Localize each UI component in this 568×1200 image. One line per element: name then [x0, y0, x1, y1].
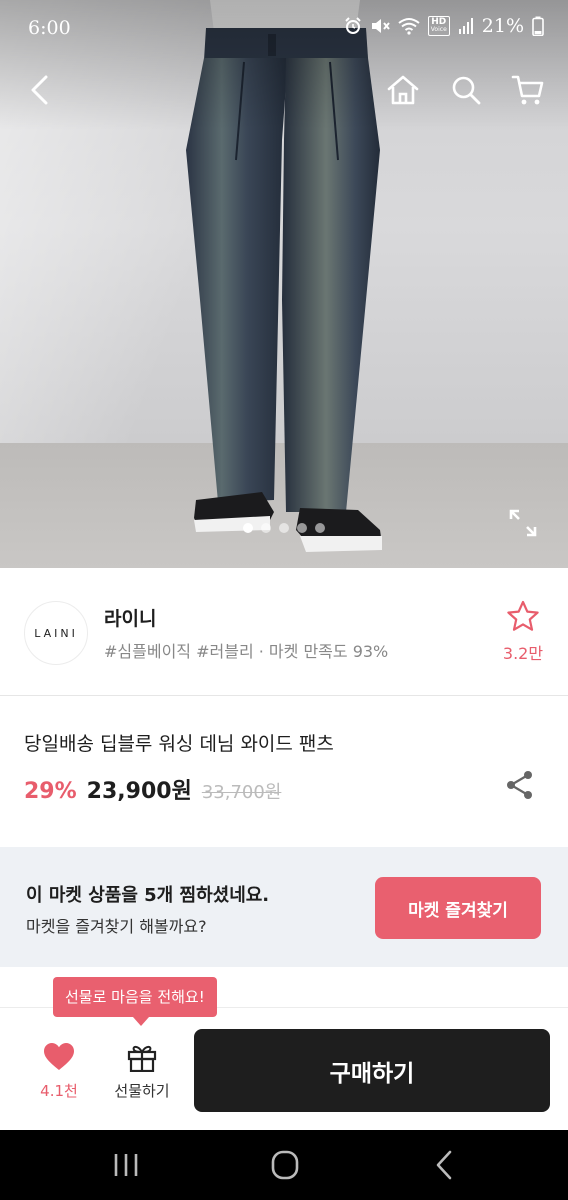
home-icon	[387, 75, 419, 105]
star-icon	[507, 600, 539, 631]
mute-icon	[371, 19, 390, 33]
back-button[interactable]	[18, 68, 62, 112]
hd-label: HD	[431, 17, 447, 27]
original-price: 33,700원	[201, 782, 282, 803]
product-info: 당일배송 딥블루 워싱 데님 와이드 팬츠 29% 23,900원 33,700…	[0, 697, 568, 847]
buy-button[interactable]: 구매하기	[194, 1029, 550, 1112]
gift-icon	[127, 1045, 157, 1073]
expand-icon	[509, 509, 537, 537]
sale-price: 23,900원	[86, 779, 192, 804]
store-favorite-count: 3.2만	[502, 644, 544, 663]
store-name[interactable]: 라이니	[104, 604, 156, 631]
store-logo[interactable]: LAINI	[24, 601, 88, 665]
system-nav-bar	[0, 1130, 568, 1200]
back-icon	[31, 75, 48, 105]
banner-subtext: 마켓을 즐겨찾기 해볼까요?	[26, 917, 207, 936]
product-title: 당일배송 딥블루 워싱 데님 와이드 팬츠	[24, 733, 334, 755]
battery-icon	[532, 16, 544, 36]
search-icon	[452, 76, 481, 105]
store-favorite-button[interactable]: 3.2만	[496, 600, 550, 664]
favorite-market-button[interactable]: 마켓 즐겨찾기	[375, 877, 541, 939]
carousel-dot[interactable]	[279, 523, 289, 533]
carousel-indicator	[243, 523, 325, 533]
price-row: 29% 23,900원 33,700원	[24, 773, 281, 805]
recent-apps-button[interactable]	[106, 1148, 146, 1182]
like-count: 4.1천	[40, 1082, 78, 1100]
status-icons: HD Voice 21%	[344, 15, 544, 37]
cart-icon	[511, 75, 544, 105]
back-nav-button[interactable]	[424, 1148, 464, 1182]
gift-tooltip-text: 선물로 마음을 전해요!	[65, 988, 205, 1006]
status-bar: 6:00 HD Voice 21%	[0, 0, 568, 56]
recent-apps-icon	[114, 1154, 138, 1176]
store-info[interactable]: LAINI 라이니 #심플베이직 #러블리 · 마켓 만족도 93% 3.2만	[0, 568, 568, 696]
carousel-dot[interactable]	[261, 523, 271, 533]
gift-label: 선물하기	[114, 1082, 170, 1100]
search-button[interactable]	[444, 68, 488, 112]
bottom-action-bar: 4.1천 선물하기 구매하기	[0, 1007, 568, 1130]
status-time: 6:00	[28, 17, 71, 39]
heart-icon	[44, 1043, 74, 1070]
banner-headline: 이 마켓 상품을 5개 찜하셨네요.	[26, 885, 270, 906]
expand-image-button[interactable]	[506, 506, 540, 540]
like-button[interactable]: 4.1천	[28, 1042, 90, 1101]
home-nav-button[interactable]	[265, 1148, 305, 1182]
battery-percent: 21%	[481, 15, 524, 37]
gift-tooltip: 선물로 마음을 전해요!	[53, 977, 217, 1026]
alarm-icon	[345, 17, 361, 34]
signal-icon	[458, 18, 473, 34]
carousel-dot[interactable]	[315, 523, 325, 533]
home-nav-icon	[271, 1150, 299, 1180]
hd-voice-icon: HD Voice	[427, 16, 450, 36]
share-button[interactable]	[504, 769, 536, 801]
discount-rate: 29%	[24, 779, 77, 804]
back-nav-icon	[436, 1150, 452, 1180]
favorite-market-banner: 이 마켓 상품을 5개 찜하셨네요. 마켓을 즐겨찾기 해볼까요? 마켓 즐겨찾…	[0, 847, 568, 967]
cart-button[interactable]	[506, 68, 550, 112]
store-tags: #심플베이직 #러블리 · 마켓 만족도 93%	[104, 642, 389, 661]
carousel-dot[interactable]	[243, 523, 253, 533]
gift-button[interactable]: 선물하기	[104, 1042, 180, 1101]
carousel-dot[interactable]	[297, 523, 307, 533]
tooltip-tail	[133, 1017, 149, 1026]
wifi-icon	[398, 18, 420, 35]
home-button[interactable]	[381, 68, 425, 112]
share-icon	[507, 771, 532, 799]
voice-label: Voice	[430, 26, 447, 33]
